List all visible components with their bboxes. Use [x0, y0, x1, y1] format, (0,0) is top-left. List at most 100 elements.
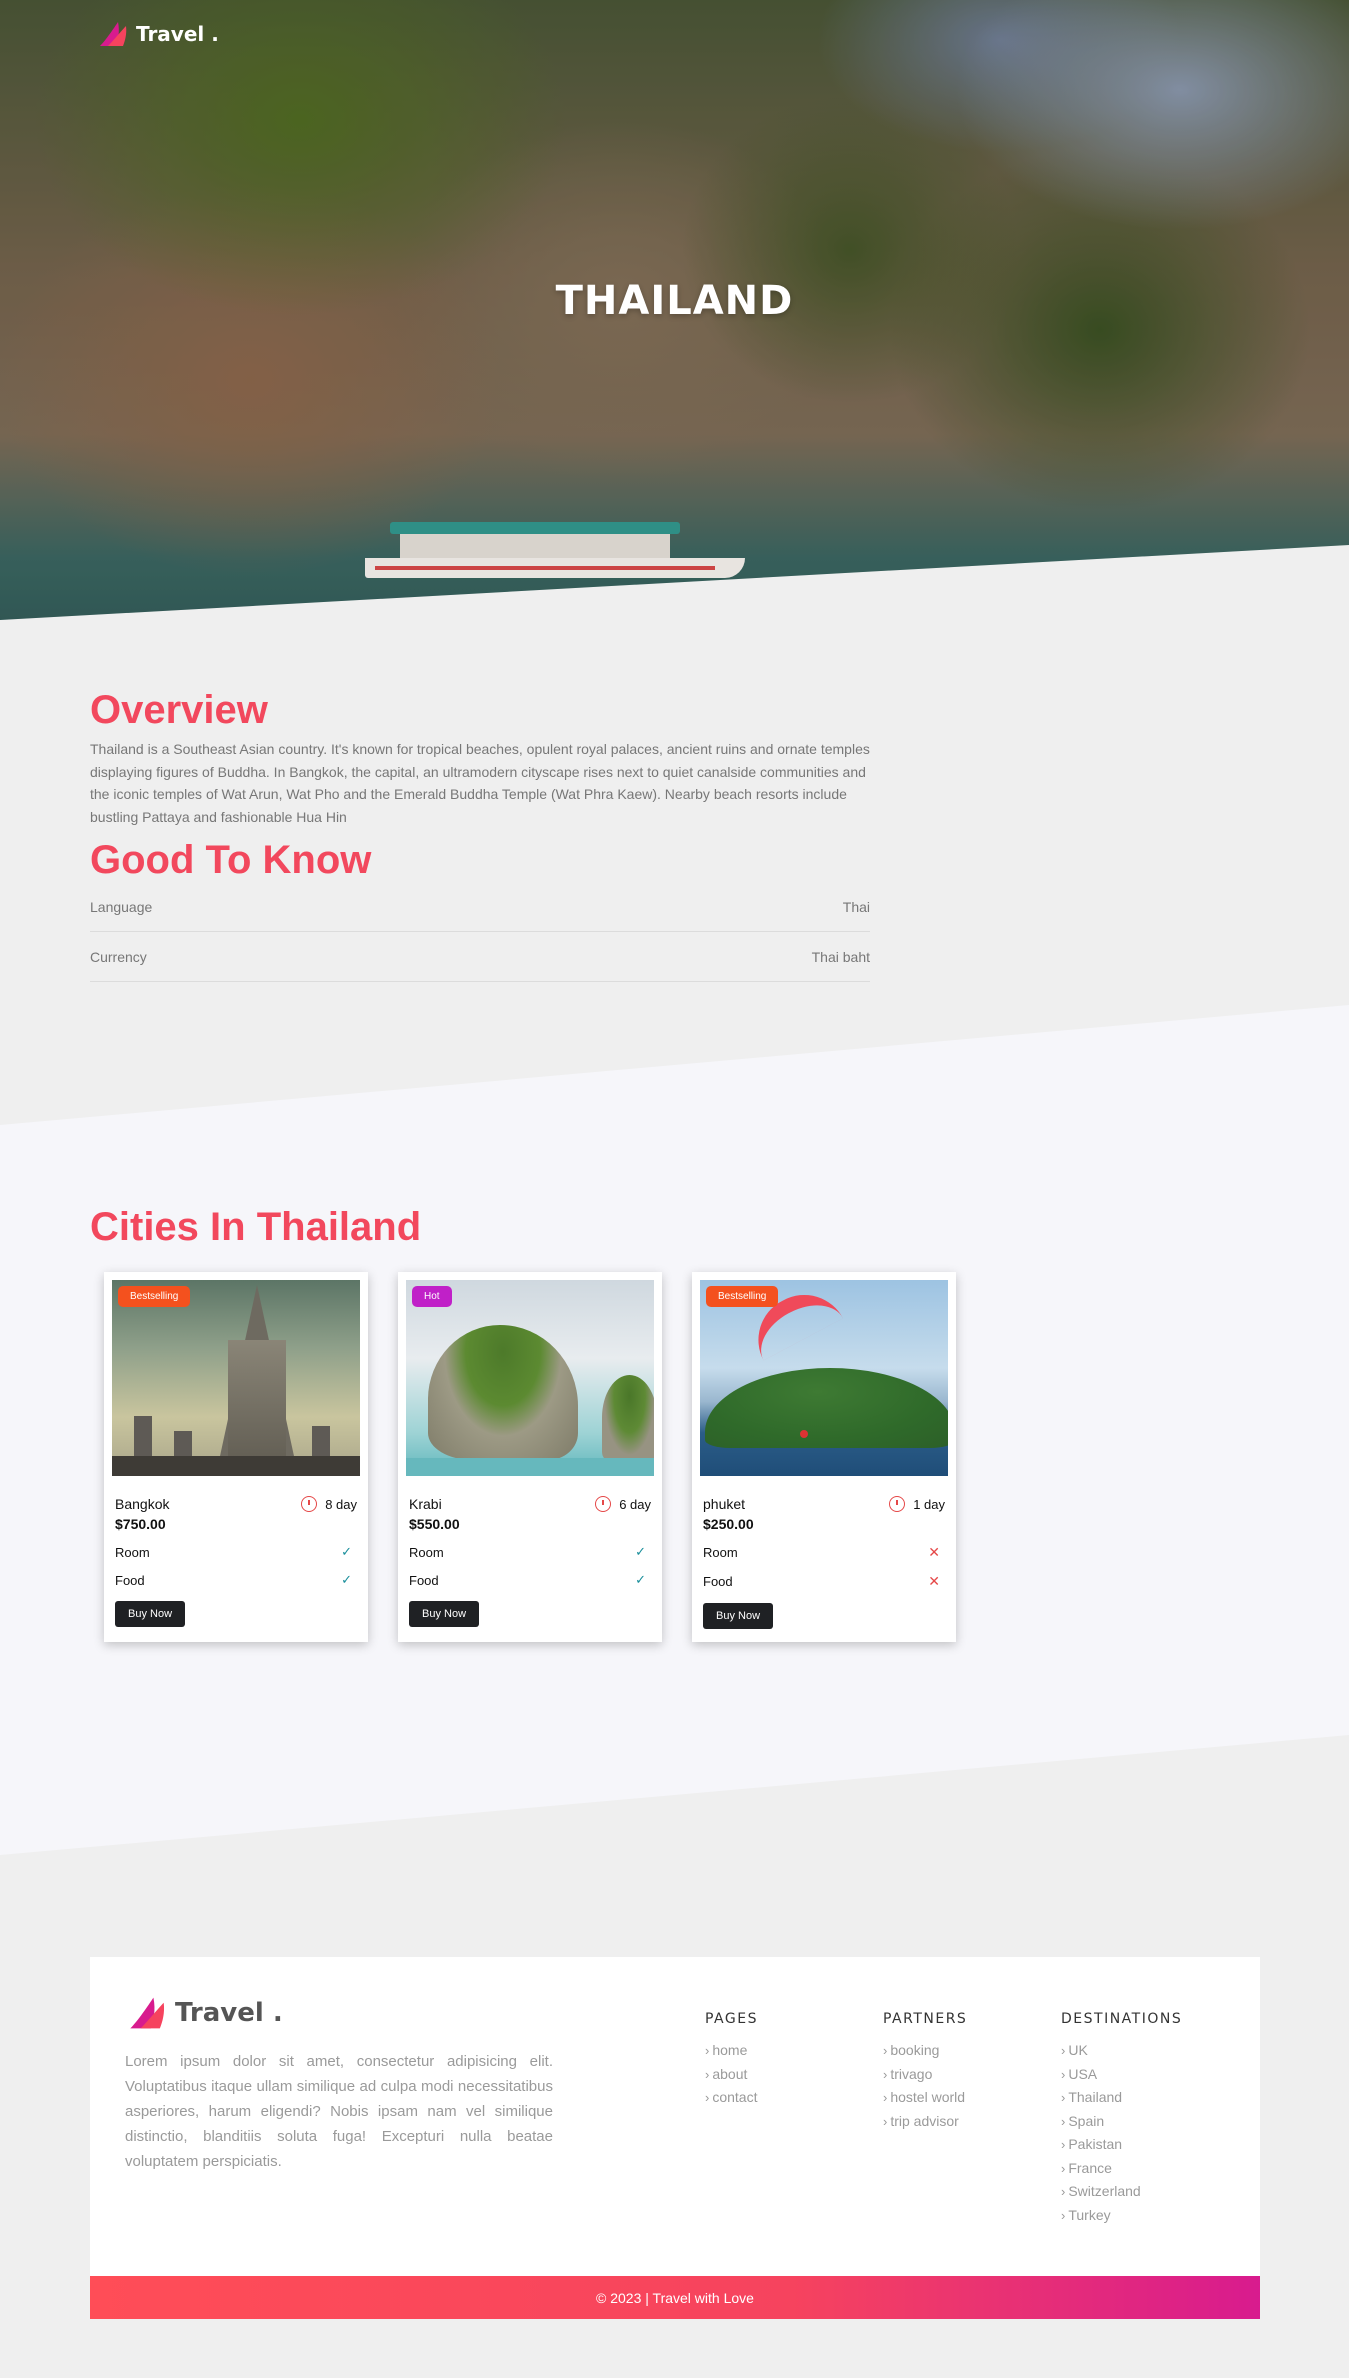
- info-value: Thai baht: [811, 948, 870, 965]
- info-row-language: Language Thai: [90, 882, 870, 932]
- hero-title: THAILAND: [555, 278, 794, 324]
- footer-link-turkey[interactable]: › Turkey: [1061, 2204, 1182, 2228]
- duration-text: 6 day: [619, 1496, 651, 1512]
- footer: Travel . Lorem ipsum dolor sit amet, con…: [90, 1957, 1260, 2277]
- footer-destinations: DESTINATIONS › UK › USA › Thailand › Spain ›…: [1061, 2011, 1182, 2227]
- feature-room: Room ✕: [700, 1544, 948, 1561]
- check-icon: ✓: [635, 1572, 646, 1587]
- check-icon: ✓: [341, 1572, 352, 1587]
- brand-name: Travel .: [136, 22, 219, 46]
- footer-link-spain[interactable]: › Spain: [1061, 2110, 1182, 2134]
- footer-column-title: PAGES: [705, 2011, 758, 2027]
- status-badge: Bestselling: [706, 1286, 779, 1307]
- cross-icon: ✕: [928, 1544, 940, 1560]
- stopwatch-icon: [889, 1496, 906, 1512]
- overview-section: Overview Thailand is a Southeast Asian c…: [90, 688, 870, 828]
- page: Travel . THAILAND Overview Thailand is a…: [0, 0, 1349, 2378]
- feature-label: Food: [703, 1574, 733, 1589]
- status-badge: Bestselling: [118, 1286, 191, 1307]
- overview-heading: Overview: [90, 688, 268, 732]
- feature-label: Room: [115, 1544, 150, 1560]
- city-cards: Bestselling Bangkok 8 day $750.00 Room ✓…: [104, 1272, 956, 1642]
- chevron-right-icon: ›: [705, 2043, 710, 2058]
- status-badge: Hot: [412, 1286, 452, 1307]
- feature-label: Food: [409, 1572, 439, 1588]
- chevron-right-icon: ›: [883, 2113, 888, 2129]
- chevron-right-icon: ›: [705, 2090, 710, 2105]
- feature-food: Food ✓: [406, 1572, 654, 1588]
- buy-now-button[interactable]: Buy Now: [409, 1601, 480, 1627]
- footer-link-usa[interactable]: › USA: [1061, 2063, 1182, 2087]
- brand-name: Travel .: [175, 1998, 283, 2028]
- good-to-know-heading: Good To Know: [90, 838, 372, 882]
- footer-link-trip-advisor[interactable]: › trip advisor: [883, 2110, 967, 2134]
- footer-link-booking[interactable]: › booking: [883, 2039, 967, 2063]
- check-icon: ✓: [341, 1544, 352, 1559]
- footer-link-uk[interactable]: › UK: [1061, 2039, 1182, 2063]
- city-name: Bangkok: [115, 1496, 170, 1512]
- footer-link-contact[interactable]: › contact: [705, 2086, 758, 2110]
- cities-heading: Cities In Thailand: [90, 1205, 422, 1249]
- check-icon: ✓: [635, 1544, 646, 1559]
- footer-description: Lorem ipsum dolor sit amet, consectetur …: [125, 2053, 553, 2170]
- duration: 6 day: [595, 1496, 651, 1512]
- footer-link-about[interactable]: › about: [705, 2063, 758, 2087]
- city-card-bangkok[interactable]: Bestselling Bangkok 8 day $750.00 Room ✓…: [104, 1272, 368, 1642]
- copyright-bar: © 2023 | Travel with Love: [90, 2276, 1260, 2319]
- chevron-right-icon: ›: [1061, 2184, 1066, 2199]
- chevron-right-icon: ›: [883, 2090, 888, 2105]
- footer-link-thailand[interactable]: › Thailand: [1061, 2086, 1182, 2110]
- overview-text: Thailand is a Southeast Asian country. I…: [90, 741, 870, 825]
- footer-logo[interactable]: Travel .: [125, 1995, 283, 2031]
- footer-link-home[interactable]: › home: [705, 2039, 758, 2063]
- info-row-currency: Currency Thai baht: [90, 932, 870, 982]
- chevron-right-icon: ›: [1061, 2137, 1066, 2152]
- duration-text: 1 day: [913, 1496, 945, 1512]
- city-card-krabi[interactable]: Hot Krabi 6 day $550.00 Room ✓ Food ✓ Bu…: [398, 1272, 662, 1642]
- chevron-right-icon: ›: [1061, 2043, 1066, 2058]
- city-name: phuket: [703, 1496, 746, 1512]
- footer-link-switzerland[interactable]: › Switzerland: [1061, 2180, 1182, 2204]
- chevron-right-icon: ›: [883, 2066, 888, 2082]
- feature-label: Room: [703, 1545, 738, 1560]
- city-card-phuket[interactable]: Bestselling phuket 1 day $250.00 Room ✕ …: [692, 1272, 956, 1642]
- sail-logo-icon: [100, 22, 127, 46]
- footer-pages: PAGES › home › about › contact: [705, 2011, 758, 2110]
- footer-column-title: DESTINATIONS: [1061, 2011, 1183, 2027]
- footer-link-france[interactable]: › France: [1061, 2157, 1182, 2181]
- chevron-right-icon: ›: [883, 2043, 888, 2058]
- sail-logo-icon: [130, 1997, 165, 2029]
- feature-label: Food: [115, 1572, 145, 1588]
- footer-link-trivago[interactable]: › trivago: [883, 2063, 967, 2087]
- good-to-know-section: Good To Know Language Thai Currency Thai…: [90, 838, 870, 982]
- feature-room: Room ✓: [112, 1544, 360, 1560]
- feature-food: Food ✓: [112, 1572, 360, 1588]
- stopwatch-icon: [301, 1496, 318, 1512]
- chevron-right-icon: ›: [1061, 2090, 1066, 2105]
- chevron-right-icon: ›: [705, 2066, 710, 2082]
- krabi-image: Hot: [406, 1280, 654, 1476]
- footer-link-hostel-world[interactable]: › hostel world: [883, 2086, 967, 2110]
- phuket-image: Bestselling: [700, 1280, 948, 1476]
- footer-partners: PARTNERS › booking › trivago › hostel world…: [883, 2011, 967, 2133]
- chevron-right-icon: ›: [1061, 2160, 1066, 2176]
- price: $250.00: [703, 1516, 754, 1532]
- chevron-right-icon: ›: [1061, 2207, 1066, 2223]
- price: $550.00: [409, 1516, 460, 1532]
- header-logo[interactable]: Travel .: [96, 20, 219, 48]
- cross-icon: ✕: [928, 1573, 940, 1589]
- bangkok-image: Bestselling: [112, 1280, 360, 1476]
- chevron-right-icon: ›: [1061, 2113, 1066, 2129]
- info-label: Currency: [90, 948, 147, 965]
- price: $750.00: [115, 1516, 166, 1532]
- duration: 1 day: [889, 1496, 945, 1512]
- footer-link-pakistan[interactable]: › Pakistan: [1061, 2133, 1182, 2157]
- duration-text: 8 day: [325, 1496, 357, 1512]
- city-name: Krabi: [409, 1496, 442, 1512]
- buy-now-button[interactable]: Buy Now: [115, 1601, 186, 1627]
- feature-label: Room: [409, 1544, 444, 1560]
- chevron-right-icon: ›: [1061, 2066, 1066, 2082]
- info-value: Thai: [842, 898, 870, 915]
- duration: 8 day: [301, 1496, 357, 1512]
- buy-now-button[interactable]: Buy Now: [703, 1603, 774, 1629]
